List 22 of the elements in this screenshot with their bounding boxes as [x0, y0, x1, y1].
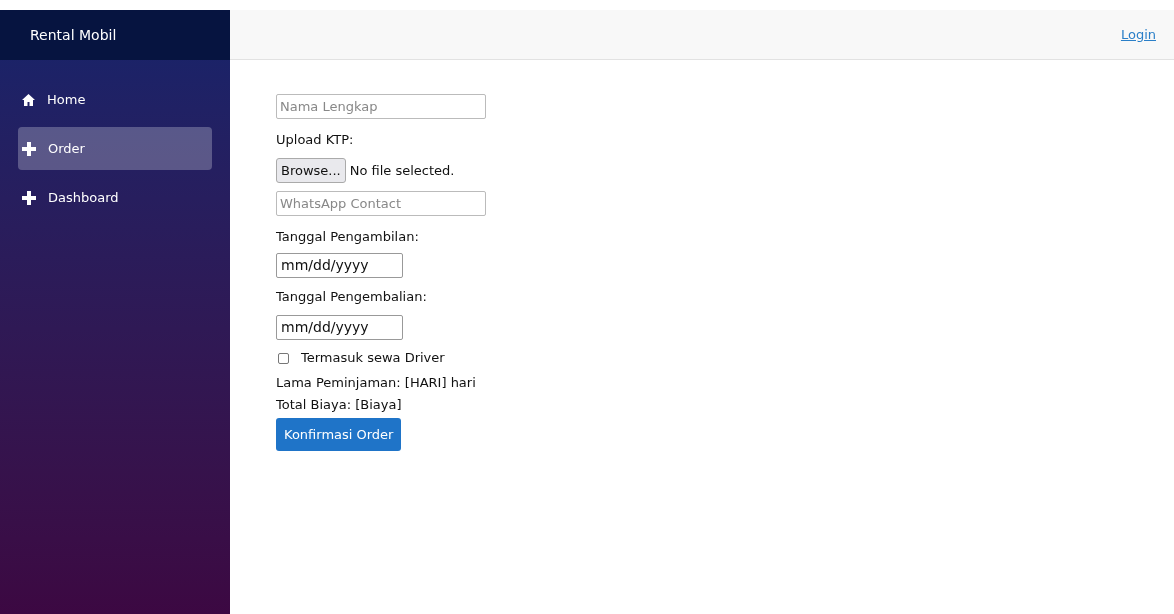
field-label: Tanggal Pengambilan: — [276, 228, 419, 246]
checkbox[interactable] — [278, 352, 289, 364]
total-text: Total Biaya: [Biaya] — [276, 396, 402, 414]
app-title: Rental Mobil — [30, 25, 117, 45]
text-field[interactable]: WhatsApp Contact — [276, 191, 486, 216]
plus-icon — [22, 190, 36, 205]
date-field[interactable]: mm/dd/yyyy — [276, 315, 403, 340]
confirm-order-button[interactable]: Konfirmasi Order — [276, 418, 402, 451]
sidebar-item[interactable]: Dashboard — [18, 176, 212, 219]
date-field[interactable]: mm/dd/yyyy — [276, 253, 403, 278]
sidebar-item[interactable]: Home — [18, 78, 212, 121]
plus-icon — [22, 141, 36, 156]
field-label: Upload KTP: — [276, 131, 354, 149]
browse-button[interactable]: Browse... — [276, 158, 346, 183]
text-field[interactable]: Nama Lengkap — [276, 94, 486, 119]
checkbox-label: Termasuk sewa Driver — [301, 349, 445, 368]
file-status: No file selected. — [349, 161, 455, 180]
duration-text: Lama Peminjaman: [HARI] hari — [276, 374, 476, 392]
sidebar-item[interactable]: Order — [18, 127, 212, 170]
field-label: Tanggal Pengembalian: — [276, 288, 427, 306]
home-icon — [22, 93, 35, 106]
login-link[interactable]: Login — [1120, 24, 1156, 45]
